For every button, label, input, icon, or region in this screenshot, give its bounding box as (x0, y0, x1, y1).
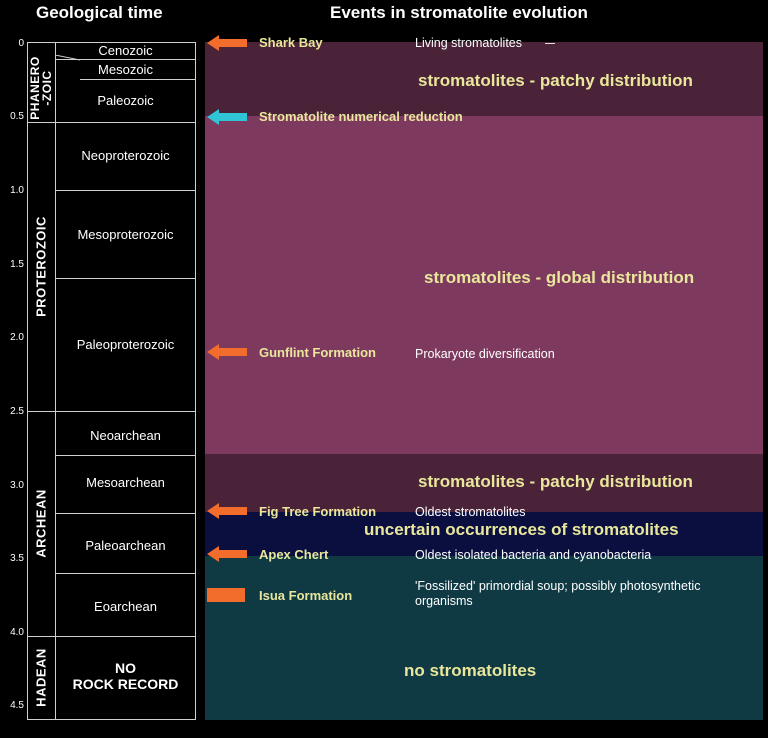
era-boundary (55, 513, 196, 514)
column-right-border (195, 42, 196, 720)
era-eoarchean: Eoarchean (94, 599, 157, 614)
no-rock-record: NO ROCK RECORD (55, 660, 196, 692)
event-apex-desc: Oldest isolated bacteria and cyanobacter… (415, 548, 652, 562)
era-mesoproterozoic: Mesoproterozoic (77, 227, 174, 242)
era-boundary (55, 278, 196, 279)
column-left-border (27, 42, 28, 720)
tick-label: 1.5 (10, 259, 24, 270)
event-fig-tree: Fig Tree Formation (259, 504, 377, 519)
tick-label: 4.5 (10, 700, 24, 711)
band-label-global: stromatolites - global distribution (424, 268, 695, 287)
arrow-right-icon (207, 546, 247, 562)
tick-label: 3.5 (10, 553, 24, 564)
eon-boundary (27, 636, 196, 637)
tick-label: 3.0 (10, 480, 24, 491)
era-boundary (55, 455, 196, 456)
no-rock-record-line2: ROCK RECORD (72, 676, 179, 692)
tick-label: 0 (18, 38, 24, 49)
geological-time-header: Geological time (36, 3, 163, 22)
eon-divider (55, 42, 56, 720)
eon-proterozoic: PROTEROZOIC (33, 216, 49, 317)
eon-boundary (27, 411, 196, 412)
era-paleoarchean: Paleoarchean (85, 538, 166, 553)
tick-label: 1.0 (10, 185, 24, 196)
event-apex: Apex Chert (259, 547, 329, 562)
tick-label: 2.0 (10, 332, 24, 343)
tick-label: 0.5 (10, 111, 24, 122)
arrow-right-icon (207, 503, 247, 519)
arrow-right-icon (207, 35, 247, 51)
living-stromatolites-line (545, 43, 555, 44)
event-isua: Isua Formation (259, 588, 353, 603)
event-shark-bay-desc: Living stromatolites (415, 36, 522, 50)
events-header: Events in stromatolite evolution (330, 3, 588, 22)
era-boundary (55, 573, 196, 574)
eon-phanerozoic: PHANERO -ZOIC (27, 42, 55, 122)
event-fig-tree-desc: Oldest stromatolites (415, 505, 526, 519)
eon-hadean: HADEAN (33, 648, 49, 707)
isua-marker (207, 588, 245, 602)
era-boundary (80, 79, 196, 80)
eon-archean: ARCHEAN (33, 489, 49, 558)
eon-phanerozoic-line2: -ZOIC (40, 70, 54, 106)
band-label-patchy-top: stromatolites - patchy distribution (418, 71, 693, 90)
event-shark-bay: Shark Bay (259, 35, 323, 50)
tick-label: 4.0 (10, 627, 24, 638)
era-mesozoic: Mesozoic (98, 62, 153, 77)
band-label-uncertain: uncertain occurrences of stromatolites (364, 520, 679, 539)
event-gunflint: Gunflint Formation (259, 345, 376, 360)
event-reduction: Stromatolite numerical reduction (259, 109, 463, 124)
no-rock-record-line1: NO (115, 660, 136, 676)
era-cenozoic: Cenozoic (98, 43, 153, 58)
era-paleozoic: Paleozoic (97, 93, 154, 108)
column-bottom-border (27, 719, 196, 720)
band-label-none: no stromatolites (404, 661, 537, 680)
era-mesoarchean: Mesoarchean (86, 475, 165, 490)
band-label-patchy-mid: stromatolites - patchy distribution (418, 472, 693, 491)
era-neoproterozoic: Neoproterozoic (81, 148, 170, 163)
era-boundary (55, 190, 196, 191)
tick-label: 2.5 (10, 406, 24, 417)
era-neoarchean: Neoarchean (90, 428, 161, 443)
event-isua-desc: 'Fossilized' primordial soup; possibly p… (415, 579, 701, 608)
arrow-cyan-icon (207, 109, 247, 125)
arrow-right-icon (207, 344, 247, 360)
era-paleoproterozoic: Paleoproterozoic (76, 337, 175, 352)
event-gunflint-desc: Prokaryote diversification (415, 347, 555, 361)
